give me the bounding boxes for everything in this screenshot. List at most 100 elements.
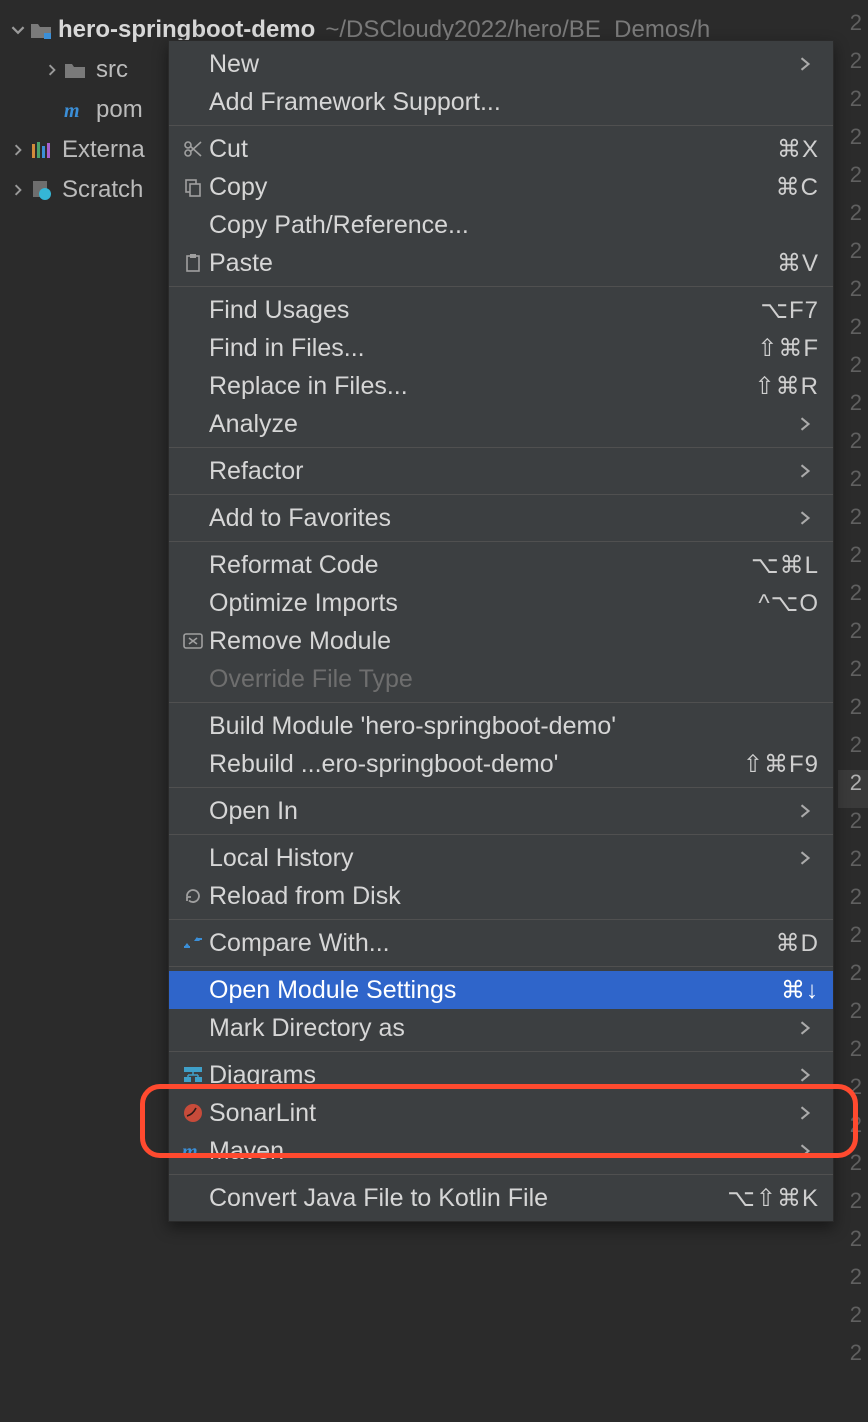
menu-separator <box>169 966 833 967</box>
menu-item-diagrams[interactable]: Diagrams <box>169 1056 833 1094</box>
line-number: 2 <box>838 808 868 846</box>
clipboard-icon <box>177 250 209 276</box>
menu-item-label: New <box>209 50 799 79</box>
menu-item-add-to-favorites[interactable]: Add to Favorites <box>169 499 833 537</box>
tree-item-label: Scratch <box>62 176 143 204</box>
menu-item-copy[interactable]: Copy⌘C <box>169 168 833 206</box>
menu-separator <box>169 494 833 495</box>
menu-item-mark-directory-as[interactable]: Mark Directory as <box>169 1009 833 1047</box>
menu-item-open-in[interactable]: Open In <box>169 792 833 830</box>
menu-item-shortcut: ⌘D <box>776 929 819 958</box>
chevron-right-icon <box>799 57 819 71</box>
chevron-right-icon <box>799 1106 819 1120</box>
tree-item-label: pom <box>96 96 143 124</box>
blank-icon <box>177 373 209 399</box>
menu-item-compare-with[interactable]: Compare With...⌘D <box>169 924 833 962</box>
line-number: 2 <box>838 1340 868 1378</box>
menu-item-open-module-settings[interactable]: Open Module Settings⌘↓ <box>169 971 833 1009</box>
menu-separator <box>169 447 833 448</box>
line-number: 2 <box>838 1036 868 1074</box>
line-number: 2 <box>838 732 868 770</box>
menu-item-label: Local History <box>209 844 799 873</box>
menu-item-refactor[interactable]: Refactor <box>169 452 833 490</box>
line-number: 2 <box>838 1264 868 1302</box>
line-number: 2 <box>838 1226 868 1264</box>
menu-item-cut[interactable]: Cut⌘X <box>169 130 833 168</box>
line-number: 2 <box>838 86 868 124</box>
line-number: 2 <box>838 314 868 352</box>
tree-item-label: Externa <box>62 136 145 164</box>
menu-item-rebuild-ero-springboot-demo[interactable]: Rebuild ...ero-springboot-demo'⇧⌘F9 <box>169 745 833 783</box>
blank-icon <box>177 590 209 616</box>
blank-icon <box>177 1185 209 1211</box>
menu-item-find-usages[interactable]: Find Usages⌥F7 <box>169 291 833 329</box>
menu-item-remove-module[interactable]: Remove Module <box>169 622 833 660</box>
editor-gutter: 222222222222222222222222222222222222 <box>838 10 868 1378</box>
menu-item-analyze[interactable]: Analyze <box>169 405 833 443</box>
svg-text:m: m <box>64 100 80 120</box>
libraries-icon <box>30 139 52 161</box>
menu-item-add-framework-support[interactable]: Add Framework Support... <box>169 83 833 121</box>
menu-item-reload-from-disk[interactable]: Reload from Disk <box>169 877 833 915</box>
line-number: 2 <box>838 352 868 390</box>
blank-icon <box>177 798 209 824</box>
menu-item-label: Open In <box>209 797 799 826</box>
menu-separator <box>169 787 833 788</box>
menu-item-convert-java-file-to-kotlin-file[interactable]: Convert Java File to Kotlin File⌥⇧⌘K <box>169 1179 833 1217</box>
menu-item-shortcut: ⌘C <box>776 173 819 202</box>
line-number: 2 <box>838 124 868 162</box>
line-number: 2 <box>838 1112 868 1150</box>
line-number: 2 <box>838 618 868 656</box>
menu-item-build-module-hero-springboot-demo[interactable]: Build Module 'hero-springboot-demo' <box>169 707 833 745</box>
chevron-right-icon <box>799 464 819 478</box>
menu-item-shortcut: ⌥F7 <box>760 296 819 325</box>
line-number: 2 <box>838 922 868 960</box>
menu-item-label: Copy <box>209 173 776 202</box>
menu-item-label: Replace in Files... <box>209 372 755 401</box>
menu-item-shortcut: ⌘↓ <box>781 976 819 1005</box>
blank-icon <box>177 845 209 871</box>
menu-item-optimize-imports[interactable]: Optimize Imports^⌥O <box>169 584 833 622</box>
svg-text:m: m <box>182 1141 198 1161</box>
blank-icon <box>177 1015 209 1041</box>
line-number: 2 <box>838 694 868 732</box>
line-number: 2 <box>838 542 868 580</box>
menu-item-override-file-type: Override File Type <box>169 660 833 698</box>
line-number: 2 <box>838 1188 868 1226</box>
menu-item-label: Diagrams <box>209 1061 799 1090</box>
chevron-right-icon <box>799 1021 819 1035</box>
blank-icon <box>177 713 209 739</box>
menu-item-reformat-code[interactable]: Reformat Code⌥⌘L <box>169 546 833 584</box>
menu-item-local-history[interactable]: Local History <box>169 839 833 877</box>
line-number: 2 <box>838 200 868 238</box>
menu-item-label: Reformat Code <box>209 551 751 580</box>
menu-item-maven[interactable]: m Maven <box>169 1132 833 1170</box>
menu-item-new[interactable]: New <box>169 45 833 83</box>
reload-icon <box>177 883 209 909</box>
menu-item-shortcut: ⇧⌘F9 <box>743 750 819 779</box>
context-menu[interactable]: NewAdd Framework Support...Cut⌘XCopy⌘CCo… <box>168 40 834 1222</box>
menu-item-label: Rebuild ...ero-springboot-demo' <box>209 750 743 779</box>
line-number: 2 <box>838 1074 868 1112</box>
menu-item-replace-in-files[interactable]: Replace in Files...⇧⌘R <box>169 367 833 405</box>
module-folder-icon <box>30 19 52 41</box>
chevron-right-icon <box>799 1144 819 1158</box>
chevron-right-icon <box>799 804 819 818</box>
menu-item-label: Refactor <box>209 457 799 486</box>
chevron-right-icon <box>799 417 819 431</box>
menu-item-label: Optimize Imports <box>209 589 758 618</box>
menu-item-copy-path-reference[interactable]: Copy Path/Reference... <box>169 206 833 244</box>
menu-item-find-in-files[interactable]: Find in Files...⇧⌘F <box>169 329 833 367</box>
line-number: 2 <box>838 656 868 694</box>
menu-item-label: Override File Type <box>209 665 819 694</box>
chevron-right-icon <box>799 851 819 865</box>
menu-item-label: Maven <box>209 1137 799 1166</box>
line-number: 2 <box>838 428 868 466</box>
maven-icon: m <box>177 1138 209 1164</box>
menu-item-sonarlint[interactable]: SonarLint <box>169 1094 833 1132</box>
menu-item-paste[interactable]: Paste⌘V <box>169 244 833 282</box>
menu-item-label: Convert Java File to Kotlin File <box>209 1184 727 1213</box>
line-number: 2 <box>838 390 868 428</box>
line-number: 2 <box>838 1150 868 1188</box>
scissors-icon <box>177 136 209 162</box>
